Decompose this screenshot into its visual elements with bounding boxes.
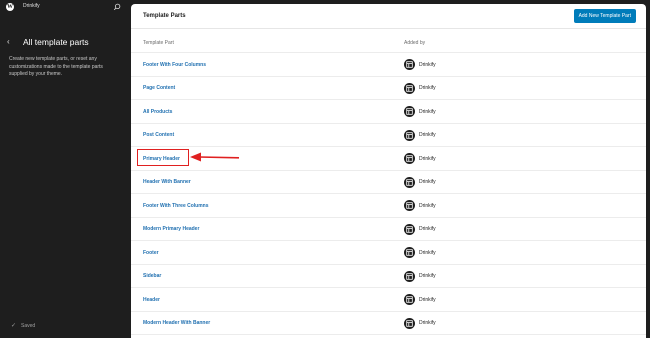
site-name[interactable]: Drinkify <box>23 3 40 9</box>
template-part-link[interactable]: All Products <box>143 109 172 115</box>
table-body: Footer With Four Columns Drinkify Page Con… <box>131 53 646 335</box>
column-header-template-part: Template Part <box>143 40 174 46</box>
layout-icon <box>404 59 415 70</box>
author-name: Drinkify <box>419 108 436 115</box>
top-bar: W Drinkify <box>0 0 131 14</box>
table-row: Sidebar Drinkify <box>131 265 646 288</box>
layout-icon <box>404 317 415 329</box>
table-row: Footer With Four Columns Drinkify <box>131 53 646 77</box>
added-by-cell: Drinkify <box>404 247 436 258</box>
template-part-link[interactable]: Post Content <box>143 132 174 138</box>
layout-icon <box>404 176 415 188</box>
template-part-link[interactable]: Footer <box>143 250 159 256</box>
author-name: Drinkify <box>419 273 436 279</box>
table-row: Modern Header With Banner Drinkify <box>131 312 646 335</box>
sidebar: W Drinkify ‹ All template parts Create n… <box>0 0 131 338</box>
added-by-cell: Drinkify <box>404 106 436 117</box>
layout-icon <box>404 82 415 94</box>
author-name: Drinkify <box>419 226 436 232</box>
check-icon: ✓ <box>11 323 17 329</box>
table-row: Page Content Drinkify <box>131 77 646 100</box>
layout-icon <box>404 270 415 282</box>
template-part-link[interactable]: Modern Primary Header <box>143 226 199 232</box>
author-name: Drinkify <box>419 61 436 68</box>
table-row: Footer With Three Columns Drinkify <box>131 194 646 218</box>
sidebar-description: Create new template parts, or reset any … <box>9 56 103 77</box>
added-by-cell: Drinkify <box>404 223 436 235</box>
author-name: Drinkify <box>419 249 436 256</box>
layout-icon <box>404 106 415 117</box>
column-header-added-by: Added by <box>404 40 426 46</box>
layout-icon <box>404 200 415 211</box>
template-part-link[interactable]: Primary Header <box>143 156 180 162</box>
template-part-link[interactable]: Sidebar <box>143 273 161 279</box>
template-part-link[interactable]: Footer With Four Columns <box>143 62 206 68</box>
wordpress-icon[interactable]: W <box>6 3 14 11</box>
layout-icon <box>404 294 415 305</box>
added-by-cell: Drinkify <box>404 200 436 211</box>
template-part-link[interactable]: Header With Banner <box>143 179 191 185</box>
added-by-cell: Drinkify <box>404 294 436 305</box>
author-name: Drinkify <box>419 155 436 162</box>
template-parts-table: Template Part Added by Footer With Four … <box>131 30 646 335</box>
added-by-cell: Drinkify <box>404 176 436 188</box>
chevron-left-icon[interactable]: ‹ <box>7 38 10 46</box>
template-part-link[interactable]: Footer With Three Columns <box>143 203 209 209</box>
added-by-cell: Drinkify <box>404 59 436 70</box>
layout-icon <box>404 223 415 235</box>
table-header: Template Part Added by <box>131 30 646 53</box>
table-row: Footer Drinkify <box>131 241 646 265</box>
sidebar-title: All template parts <box>23 37 89 47</box>
author-name: Drinkify <box>419 132 436 138</box>
table-row: Post Content Drinkify <box>131 124 646 147</box>
layout-icon <box>404 129 415 141</box>
template-part-link[interactable]: Modern Header With Banner <box>143 320 210 326</box>
added-by-cell: Drinkify <box>404 153 436 164</box>
author-name: Drinkify <box>419 320 436 326</box>
author-name: Drinkify <box>419 179 436 185</box>
layout-icon <box>404 247 415 258</box>
author-name: Drinkify <box>419 296 436 303</box>
added-by-cell: Drinkify <box>404 317 436 329</box>
page-header: Template Parts Add New Template Part <box>131 4 646 29</box>
author-name: Drinkify <box>419 202 436 209</box>
main-panel: Template Parts Add New Template Part Tem… <box>131 4 646 338</box>
add-new-template-part-button[interactable]: Add New Template Part <box>573 9 636 23</box>
annotation-arrow <box>190 152 240 162</box>
added-by-cell: Drinkify <box>404 129 436 141</box>
author-name: Drinkify <box>419 85 436 91</box>
table-row: All Products Drinkify <box>131 100 646 124</box>
table-row: Header With Banner Drinkify <box>131 171 646 194</box>
added-by-cell: Drinkify <box>404 82 436 94</box>
template-part-link[interactable]: Page Content <box>143 85 175 91</box>
table-row: Modern Primary Header Drinkify <box>131 218 646 241</box>
template-part-link[interactable]: Header <box>143 297 160 303</box>
save-status-label: Saved <box>21 322 36 329</box>
save-status: ✓ Saved <box>11 322 36 330</box>
layout-icon <box>404 153 415 164</box>
table-row: Header Drinkify <box>131 288 646 312</box>
search-icon[interactable] <box>113 3 121 11</box>
added-by-cell: Drinkify <box>404 270 436 282</box>
page-title: Template Parts <box>143 13 186 19</box>
